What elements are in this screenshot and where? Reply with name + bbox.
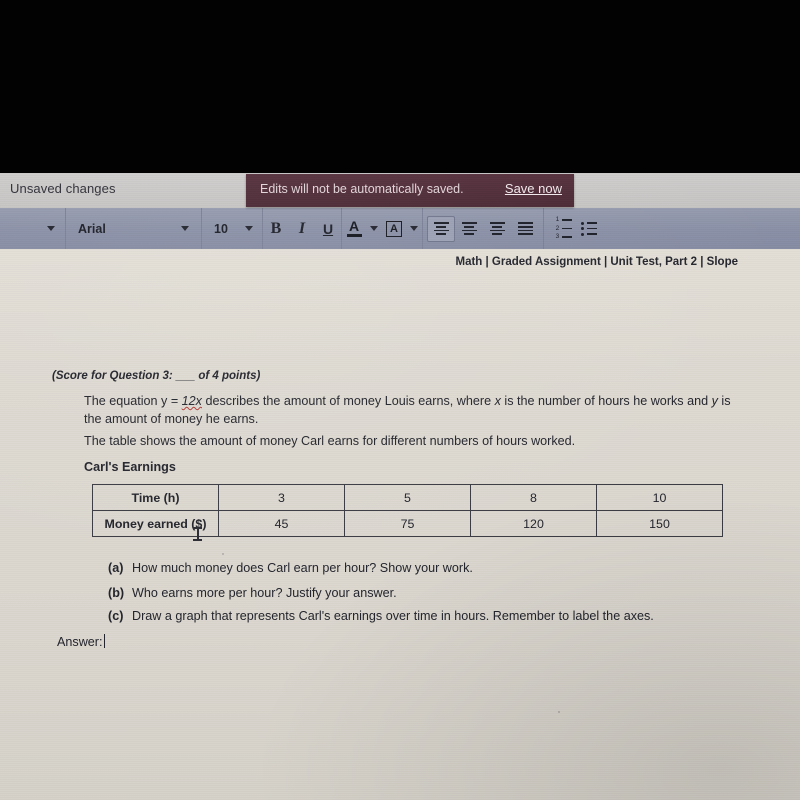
toolbar-group-colors: A A	[342, 208, 423, 249]
save-banner-message: Edits will not be automatically saved.	[260, 182, 464, 196]
text-color-dropdown[interactable]	[366, 208, 382, 249]
bulleted-list-icon	[581, 221, 597, 236]
table-cell: 150	[596, 510, 723, 537]
underline-button[interactable]: U	[315, 208, 341, 249]
save-now-button[interactable]: Save now	[505, 181, 562, 196]
font-size-dropdown[interactable]: 10	[202, 208, 262, 249]
numbered-list-icon: 1 2 3	[554, 216, 572, 240]
table-description-paragraph: The table shows the amount of money Carl…	[84, 434, 576, 448]
table-cell: 5	[344, 484, 471, 511]
dust-speck	[558, 711, 560, 713]
table-cell: 10	[596, 484, 723, 511]
question-part-c-text: Draw a graph that represents Carl's earn…	[132, 609, 654, 623]
highlight-color-dropdown[interactable]	[406, 208, 422, 249]
align-justify-icon	[517, 222, 533, 224]
earnings-table-body: Time (h) 3 5 8 10 Money earned ($) 45 75…	[92, 484, 723, 537]
text-caret	[103, 634, 105, 648]
table-cell: 75	[344, 510, 471, 537]
table-row: Time (h) 3 5 8 10	[92, 484, 723, 511]
paragraph-1-part-a: The equation y =	[84, 394, 182, 408]
font-size-value: 10	[214, 221, 228, 236]
chevron-down-icon	[47, 226, 55, 231]
chevron-down-icon	[245, 226, 253, 231]
toolbar-group-text-style: B I U	[263, 208, 342, 249]
numbered-list-button[interactable]: 1 2 3	[550, 208, 576, 249]
document-canvas[interactable]: Math | Graded Assignment | Unit Test, Pa…	[0, 249, 800, 800]
text-cursor-pointer	[193, 526, 202, 541]
chevron-down-icon	[370, 226, 378, 231]
align-right-button[interactable]	[483, 208, 511, 249]
table-row-header: Time (h)	[92, 484, 219, 511]
question-part-b: (b) Who earns more per hour? Justify your…	[108, 586, 397, 600]
text-color-letter: A	[348, 218, 360, 234]
toolbar-group-style	[0, 208, 66, 249]
toolbar-group-font-size: 10	[202, 208, 263, 249]
italic-button[interactable]: I	[289, 208, 315, 249]
toolbar-group-font: Arial	[66, 208, 202, 249]
bold-button[interactable]: B	[263, 208, 289, 249]
paragraph-1-part-b: describes the amount of money Louis earn…	[201, 394, 495, 408]
question-part-b-text: Who earns more per hour? Justify your an…	[132, 586, 397, 600]
align-right-icon	[489, 222, 505, 224]
save-notification-banner: Edits will not be automatically saved. S…	[246, 174, 574, 207]
toolbar-group-alignment	[423, 208, 544, 249]
text-color-button[interactable]: A	[342, 208, 366, 249]
question-part-a-label: (a)	[108, 561, 124, 575]
score-line: (Score for Question 3: ___ of 4 points)	[52, 370, 261, 382]
align-left-button[interactable]	[427, 215, 455, 242]
chevron-down-icon	[410, 226, 418, 231]
table-cell: 45	[218, 510, 345, 537]
question-part-c-label: (c)	[108, 609, 124, 623]
misspelled-word: 12x	[181, 394, 202, 408]
bulleted-list-button[interactable]	[576, 208, 602, 249]
table-row: Money earned ($) 45 75 120 150	[92, 510, 723, 537]
letterbox-top	[0, 0, 800, 173]
paragraph-style-dropdown[interactable]	[0, 208, 65, 249]
table-cell: 3	[218, 484, 345, 511]
answer-field[interactable]: Answer:	[57, 634, 105, 649]
toolbar-group-lists: 1 2 3	[544, 208, 602, 249]
highlight-icon: A	[386, 220, 402, 237]
unsaved-changes-label: Unsaved changes	[10, 181, 116, 196]
earnings-table: Time (h) 3 5 8 10 Money earned ($) 45 75…	[92, 484, 723, 537]
question-part-c: (c) Draw a graph that represents Carl's e…	[108, 609, 654, 623]
font-family-dropdown[interactable]: Arial	[66, 208, 201, 249]
answer-label: Answer:	[57, 635, 103, 649]
highlight-color-button[interactable]: A	[382, 208, 406, 249]
align-center-button[interactable]	[455, 208, 483, 249]
question-part-b-label: (b)	[108, 586, 125, 600]
paragraph-1-part-c: is the number of hours he works and	[500, 394, 712, 408]
table-cell: 120	[470, 510, 597, 537]
align-justify-button[interactable]	[511, 208, 539, 249]
text-color-swatch	[346, 234, 362, 237]
document-header-text: Math | Graded Assignment | Unit Test, Pa…	[455, 256, 738, 268]
formatting-toolbar: Arial 10 B I U A A 1 2 3	[0, 208, 800, 249]
application-window: Unsaved changes Edits will not be automa…	[0, 173, 800, 800]
align-center-icon	[461, 222, 477, 224]
table-title: Carl's Earnings	[84, 460, 176, 474]
dust-speck	[222, 553, 224, 555]
chevron-down-icon	[181, 226, 189, 231]
problem-statement-paragraph: The equation y = 12x describes the amoun…	[84, 393, 734, 428]
question-part-a-text: How much money does Carl earn per hour? …	[132, 561, 473, 575]
align-left-icon	[433, 222, 449, 224]
font-family-value: Arial	[78, 221, 106, 236]
screen-photo: Unsaved changes Edits will not be automa…	[0, 0, 800, 800]
question-part-a: (a) How much money does Carl earn per hou…	[108, 561, 473, 575]
table-cell: 8	[470, 484, 597, 511]
